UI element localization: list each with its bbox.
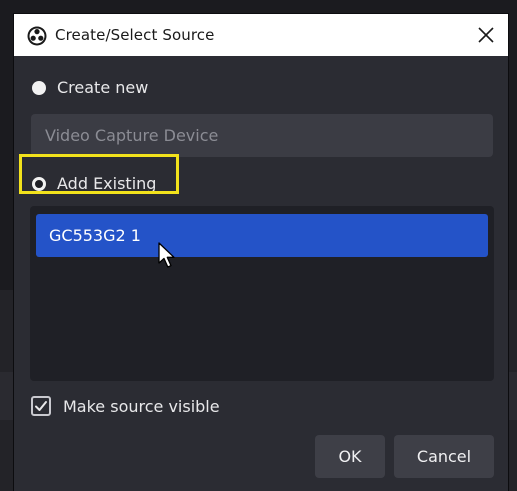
add-existing-label: Add Existing — [57, 174, 157, 193]
radio-checked-icon — [32, 176, 46, 191]
add-existing-radio[interactable]: Add Existing — [32, 174, 156, 193]
existing-sources-list[interactable]: GC553G2 1 — [30, 206, 494, 381]
make-visible-label: Make source visible — [63, 396, 220, 416]
list-item[interactable]: GC553G2 1 — [36, 214, 488, 257]
dialog-titlebar: Create/Select Source — [14, 14, 508, 56]
make-visible-checkbox[interactable] — [31, 396, 51, 416]
make-visible-checkbox-row[interactable]: Make source visible — [31, 396, 220, 416]
ok-button[interactable]: OK — [315, 435, 385, 478]
checkmark-icon — [35, 401, 47, 411]
cancel-button[interactable]: Cancel — [394, 435, 494, 478]
close-icon[interactable] — [474, 23, 498, 47]
radio-unchecked-icon — [32, 80, 46, 95]
new-source-name-field[interactable]: Video Capture Device — [31, 114, 493, 157]
obs-logo-icon — [27, 26, 47, 46]
create-new-label: Create new — [57, 78, 149, 97]
create-select-source-dialog: Create/Select Source Create new Video Ca… — [14, 14, 508, 491]
dialog-title: Create/Select Source — [55, 26, 215, 44]
create-new-radio[interactable]: Create new — [32, 78, 148, 97]
